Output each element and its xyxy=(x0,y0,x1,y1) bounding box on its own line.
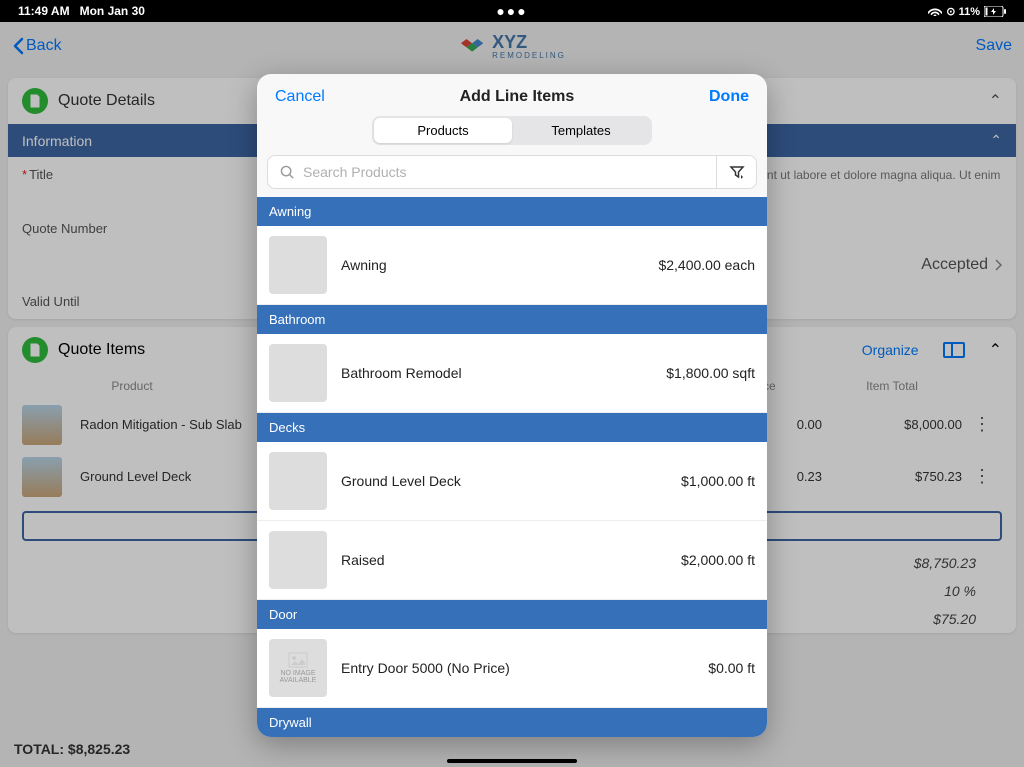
category-header: Awning xyxy=(257,197,767,226)
tab-templates[interactable]: Templates xyxy=(512,118,650,143)
product-price: $2,400.00 each xyxy=(658,257,755,273)
product-name: Entry Door 5000 (No Price) xyxy=(341,660,694,676)
product-thumb xyxy=(269,531,327,589)
search-icon xyxy=(280,165,295,180)
product-price: $0.00 ft xyxy=(708,660,755,676)
modal-title: Add Line Items xyxy=(460,88,575,106)
battery-pct: ⊙ 11% xyxy=(946,5,980,18)
done-button[interactable]: Done xyxy=(709,88,749,106)
product-name: Ground Level Deck xyxy=(341,473,667,489)
product-row[interactable]: Ground Level Deck $1,000.00 ft xyxy=(257,442,767,521)
status-dots: ●●● xyxy=(496,3,527,19)
product-thumb xyxy=(269,452,327,510)
product-price: $1,000.00 ft xyxy=(681,473,755,489)
status-bar: 11:49 AM Mon Jan 30 ●●● ⊙ 11% xyxy=(0,0,1024,22)
filter-icon xyxy=(729,164,745,180)
wifi-icon xyxy=(928,6,942,16)
product-row[interactable]: Raised $2,000.00 ft xyxy=(257,521,767,600)
status-right: ⊙ 11% xyxy=(928,5,1006,18)
product-row[interactable]: Awning $2,400.00 each xyxy=(257,226,767,305)
category-header: Drywall xyxy=(257,708,767,737)
cancel-button[interactable]: Cancel xyxy=(275,88,325,106)
product-thumb xyxy=(269,344,327,402)
product-row[interactable]: Bathroom Remodel $1,800.00 sqft xyxy=(257,334,767,413)
product-name: Awning xyxy=(341,257,644,273)
product-thumb: NO IMAGE AVAILABLE xyxy=(269,639,327,697)
product-price: $1,800.00 sqft xyxy=(666,365,755,381)
tab-products[interactable]: Products xyxy=(374,118,512,143)
search-box[interactable] xyxy=(267,155,717,189)
product-row[interactable]: NO IMAGE AVAILABLE Entry Door 5000 (No Pr… xyxy=(257,629,767,708)
battery-icon xyxy=(984,6,1006,17)
status-time: 11:49 AM xyxy=(18,4,70,18)
category-header: Decks xyxy=(257,413,767,442)
category-header: Door xyxy=(257,600,767,629)
filter-button[interactable] xyxy=(717,155,757,189)
tab-segment: Products Templates xyxy=(372,116,652,145)
product-name: Raised xyxy=(341,552,667,568)
search-input[interactable] xyxy=(303,164,704,180)
product-price: $2,000.00 ft xyxy=(681,552,755,568)
status-date: Mon Jan 30 xyxy=(80,4,145,18)
product-thumb xyxy=(269,236,327,294)
product-name: Bathroom Remodel xyxy=(341,365,652,381)
category-header: Bathroom xyxy=(257,305,767,334)
modal-overlay: Cancel Add Line Items Done Products Temp… xyxy=(0,22,1024,767)
add-line-items-modal: Cancel Add Line Items Done Products Temp… xyxy=(257,74,767,737)
